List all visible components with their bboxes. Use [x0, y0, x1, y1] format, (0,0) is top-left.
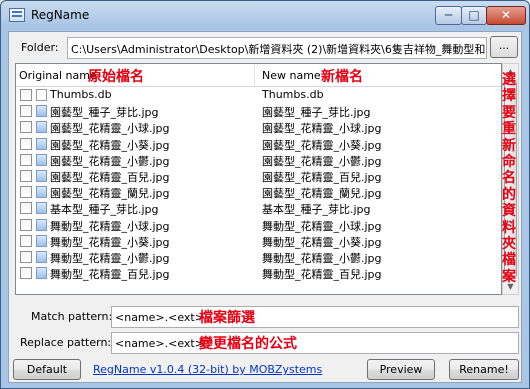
default-button[interactable]: Default — [13, 359, 81, 380]
list-item[interactable]: 園藝型_花精靈_百兒.jpg 園藝型_花精靈_百兒.jpg — [16, 168, 501, 184]
list-item[interactable]: 舞動型_花精靈_百兒.jpg 舞動型_花精靈_百兒.jpg — [16, 265, 501, 282]
row-checkbox[interactable] — [20, 153, 32, 166]
new-name-cell: 園藝型_花精靈_小球.jpg — [262, 122, 382, 136]
row-checkbox[interactable] — [20, 234, 32, 247]
original-name-cell: 園藝型_花精靈_蘭兒.jpg — [50, 187, 170, 201]
original-name-cell: Thumbs.db — [50, 88, 112, 101]
image-file-icon — [36, 234, 47, 247]
match-pattern-input[interactable]: <name>.<ext> — [111, 306, 519, 328]
close-button[interactable]: ✕ — [486, 6, 526, 25]
new-name-cell: 園藝型_花精靈_小鬱.jpg — [262, 154, 382, 168]
annotation-new-name: 新檔名 — [321, 69, 363, 85]
regname-window: RegName ─ □ ✕ Folder: C:\Users\Administr… — [0, 0, 530, 389]
replace-pattern-label: Replace pattern: — [20, 336, 112, 349]
column-new-name[interactable]: New name — [262, 69, 321, 82]
original-name-cell: 園藝型_花精靈_小球.jpg — [50, 122, 170, 136]
image-file-icon — [36, 202, 47, 215]
image-file-icon — [36, 218, 47, 231]
original-name-cell: 基本型_種子_芽比.jpg — [50, 203, 159, 217]
original-name-cell: 園藝型_種子_芽比.jpg — [50, 106, 159, 120]
new-name-cell: 園藝型_花精靈_蘭兒.jpg — [262, 187, 382, 201]
annotation-select-folder: 選擇要重新命名的資料夾檔案 — [502, 72, 516, 285]
match-pattern-label: Match pattern: — [31, 310, 113, 323]
column-original-name[interactable]: Original name — [19, 69, 97, 82]
image-file-icon — [36, 250, 47, 263]
about-link[interactable]: RegName v1.0.4 (32-bit) by MOBZystems — [93, 363, 322, 376]
list-item[interactable]: 園藝型_花精靈_小球.jpg 園藝型_花精靈_小球.jpg — [16, 119, 501, 136]
list-rows: Thumbs.db Thumbs.db 園藝型_種子_芽比.jpg 園藝型_種子_芽比… — [16, 87, 501, 282]
list-item[interactable]: 園藝型_花精靈_蘭兒.jpg 園藝型_花精靈_蘭兒.jpg — [16, 184, 501, 201]
annotation-replace: 變更檔名的公式 — [199, 336, 297, 352]
new-name-cell: 園藝型_花精靈_百兒.jpg — [262, 170, 382, 184]
minimize-button[interactable]: ─ — [435, 6, 462, 25]
new-name-cell: Thumbs.db — [262, 88, 324, 101]
db-file-icon — [36, 89, 47, 101]
folder-path-field[interactable]: C:\Users\Administrator\Desktop\新增資料夾 (2)… — [67, 37, 487, 59]
replace-pattern-input[interactable]: <name>.<ext> — [111, 332, 519, 354]
folder-label: Folder: — [21, 41, 59, 54]
original-name-cell: 園藝型_花精靈_百兒.jpg — [50, 170, 170, 184]
row-checkbox[interactable] — [20, 186, 32, 199]
row-checkbox[interactable] — [20, 202, 32, 215]
new-name-cell: 舞動型_花精靈_小鬱.jpg — [262, 251, 382, 265]
maximize-button[interactable]: □ — [461, 6, 487, 25]
original-name-cell: 舞動型_花精靈_小球.jpg — [50, 219, 170, 233]
list-header: Original name New name 原始檔名 新檔名 — [16, 64, 501, 87]
list-item[interactable]: 園藝型_種子_芽比.jpg 園藝型_種子_芽比.jpg — [16, 103, 501, 120]
title-bar[interactable]: RegName ─ □ ✕ — [1, 1, 529, 29]
original-name-cell: 舞動型_花精靈_百兒.jpg — [50, 268, 170, 282]
list-item[interactable]: 舞動型_花精靈_小葵.jpg 舞動型_花精靈_小葵.jpg — [16, 233, 501, 249]
rename-button[interactable]: Rename! — [449, 359, 519, 380]
client-area: Folder: C:\Users\Administrator\Desktop\新… — [8, 31, 522, 383]
column-divider[interactable] — [254, 64, 255, 86]
image-file-icon — [36, 153, 47, 166]
list-item[interactable]: 園藝型_花精靈_小鬱.jpg 園藝型_花精靈_小鬱.jpg — [16, 152, 501, 168]
app-icon — [9, 8, 25, 22]
window-title: RegName — [31, 8, 90, 22]
row-checkbox[interactable] — [20, 137, 32, 150]
row-checkbox[interactable] — [20, 267, 32, 280]
row-checkbox[interactable] — [20, 89, 32, 101]
row-checkbox[interactable] — [20, 169, 32, 182]
new-name-cell: 舞動型_花精靈_小球.jpg — [262, 219, 382, 233]
row-checkbox[interactable] — [20, 121, 32, 134]
row-checkbox[interactable] — [20, 218, 32, 231]
original-name-cell: 舞動型_花精靈_小鬱.jpg — [50, 251, 170, 265]
image-file-icon — [36, 121, 47, 134]
image-file-icon — [36, 137, 47, 150]
list-item[interactable]: 基本型_種子_芽比.jpg 基本型_種子_芽比.jpg — [16, 200, 501, 217]
preview-button[interactable]: Preview — [367, 359, 435, 380]
list-item[interactable]: 舞動型_花精靈_小球.jpg 舞動型_花精靈_小球.jpg — [16, 217, 501, 233]
new-name-cell: 舞動型_花精靈_小葵.jpg — [262, 235, 382, 249]
original-name-cell: 園藝型_花精靈_小葵.jpg — [50, 138, 170, 152]
image-file-icon — [36, 267, 47, 280]
original-name-cell: 舞動型_花精靈_小葵.jpg — [50, 235, 170, 249]
list-item[interactable]: 舞動型_花精靈_小鬱.jpg 舞動型_花精靈_小鬱.jpg — [16, 249, 501, 265]
file-list[interactable]: Original name New name 原始檔名 新檔名 Thumbs.d… — [15, 63, 502, 295]
image-file-icon — [36, 186, 47, 199]
image-file-icon — [36, 105, 47, 118]
list-item[interactable]: 園藝型_花精靈_小葵.jpg 園藝型_花精靈_小葵.jpg — [16, 136, 501, 152]
row-checkbox[interactable] — [20, 105, 32, 118]
new-name-cell: 基本型_種子_芽比.jpg — [262, 203, 371, 217]
image-file-icon — [36, 169, 47, 182]
annotation-original-name: 原始檔名 — [88, 69, 144, 85]
row-checkbox[interactable] — [20, 250, 32, 263]
new-name-cell: 園藝型_花精靈_小葵.jpg — [262, 138, 382, 152]
original-name-cell: 園藝型_花精靈_小鬱.jpg — [50, 154, 170, 168]
annotation-match: 檔案篩選 — [199, 310, 255, 326]
list-item[interactable]: Thumbs.db Thumbs.db — [16, 87, 501, 103]
new-name-cell: 舞動型_花精靈_百兒.jpg — [262, 268, 382, 282]
new-name-cell: 園藝型_種子_芽比.jpg — [262, 106, 371, 120]
browse-folder-button[interactable]: ... — [490, 36, 518, 58]
